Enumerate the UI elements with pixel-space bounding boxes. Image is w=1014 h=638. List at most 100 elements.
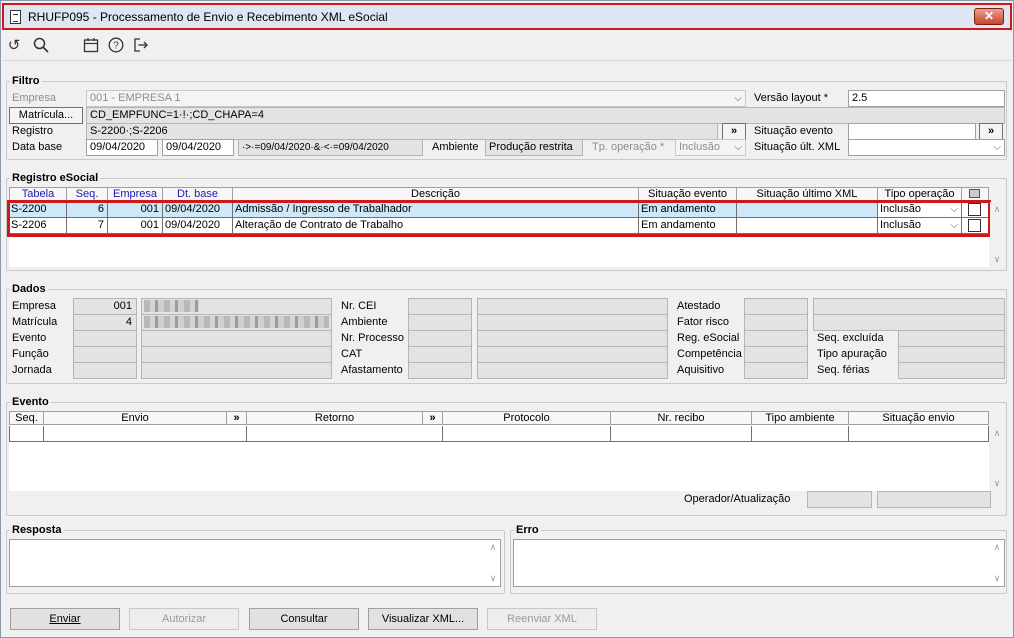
registro-label: Registro — [12, 125, 53, 137]
col-situacao-evento[interactable]: Situação evento — [639, 187, 737, 201]
evento-cell — [44, 426, 247, 442]
evento-col-envio[interactable]: Envio — [44, 411, 227, 425]
window-title: RHUFP095 - Processamento de Envio e Rece… — [28, 10, 388, 24]
resposta-title: Resposta — [10, 524, 64, 536]
registro-select-button[interactable]: » — [722, 123, 746, 140]
dados-funcao-desc — [141, 346, 332, 363]
col-situacao-xml[interactable]: Situação último XML — [737, 187, 878, 201]
col-empresa[interactable]: Empresa — [108, 187, 163, 201]
registro-field[interactable]: S-2200·;S-2206 — [86, 123, 718, 140]
nr-processo-field — [408, 330, 472, 347]
retorno-expand-button[interactable]: » — [423, 411, 443, 425]
evento-scrollbar[interactable]: ∧ ∨ — [990, 426, 1004, 491]
evento-col-tipo-ambiente[interactable]: Tipo ambiente — [752, 411, 849, 425]
data-fim-field[interactable]: 09/04/2020 — [162, 139, 234, 156]
redacted-text — [144, 300, 199, 312]
col-select-all[interactable] — [962, 187, 989, 201]
empresa-value: 001 - EMPRESA 1 — [90, 92, 181, 104]
aquisitivo-label: Aquisitivo — [677, 364, 725, 376]
afastamento-field — [408, 362, 472, 379]
dados-matricula-label: Matrícula — [12, 316, 58, 328]
dados-funcao-field — [73, 346, 137, 363]
reg-esocial-field — [744, 330, 808, 347]
data-expression-field: ·>·=09/04/2020·&·<·=09/04/2020 — [238, 139, 423, 156]
evento-cell — [9, 426, 44, 442]
chevron-up-icon[interactable]: ∧ — [990, 428, 1004, 439]
consultar-button[interactable]: Consultar — [249, 608, 359, 630]
ambiente-field: Produção restrita — [485, 139, 583, 156]
evento-cell — [611, 426, 752, 442]
close-button[interactable]: ✕ — [974, 8, 1004, 25]
dados-ambiente-desc — [477, 314, 668, 331]
evento-col-seq[interactable]: Seq. — [9, 411, 44, 425]
seq-excluida-field — [898, 330, 1005, 347]
data-inicio-field[interactable]: 09/04/2020 — [86, 139, 158, 156]
registro-title: Registro eSocial — [10, 172, 101, 184]
visualizar-xml-button[interactable]: Visualizar XML... — [368, 608, 478, 630]
evento-cell — [247, 426, 443, 442]
chevron-up-icon[interactable]: ∧ — [990, 542, 1004, 553]
empresa-select[interactable]: 001 - EMPRESA 1 ⌵ — [86, 90, 746, 107]
dados-ambiente-label: Ambiente — [341, 316, 388, 328]
help-icon[interactable]: ? — [107, 37, 125, 55]
resposta-textarea[interactable] — [9, 539, 501, 587]
reenviar-xml-button[interactable]: Reenviar XML — [487, 608, 597, 630]
empresa-label: Empresa — [12, 92, 57, 104]
chevron-down-icon: ⌵ — [993, 142, 1001, 153]
chevron-down-icon[interactable]: ∨ — [486, 573, 500, 584]
search-icon[interactable] — [32, 37, 50, 55]
situacao-evento-button[interactable]: » — [979, 123, 1003, 140]
calendar-icon[interactable] — [82, 37, 100, 55]
cat-label: CAT — [341, 348, 363, 360]
evento-row[interactable] — [9, 426, 989, 443]
select-all-checkbox[interactable] — [969, 189, 980, 198]
ambiente-label: Ambiente — [432, 141, 479, 153]
registro-scrollbar[interactable]: ∧ ∨ — [990, 202, 1004, 267]
chevron-down-icon[interactable]: ∨ — [990, 478, 1004, 489]
chevron-down-icon: ⌵ — [734, 93, 742, 104]
evento-col-recibo[interactable]: Nr. recibo — [611, 411, 752, 425]
evento-col-retorno[interactable]: Retorno — [247, 411, 423, 425]
situacao-xml-select[interactable]: ⌵ — [848, 139, 1005, 156]
afastamento-desc — [477, 362, 668, 379]
operador-field — [807, 491, 872, 508]
col-dt-base[interactable]: Dt. base — [163, 187, 233, 201]
fator-risco-field — [744, 314, 808, 331]
situacao-evento-field[interactable] — [848, 123, 976, 140]
matricula-button[interactable]: Matrícula... — [9, 107, 83, 124]
evento-cell — [443, 426, 611, 442]
dados-ambiente-field — [408, 314, 472, 331]
col-seq[interactable]: Seq. — [67, 187, 108, 201]
evento-cell — [752, 426, 849, 442]
dados-evento-field — [73, 330, 137, 347]
erro-scrollbar[interactable]: ∧ ∨ — [990, 540, 1004, 586]
exit-icon[interactable] — [132, 37, 150, 55]
evento-cell — [849, 426, 989, 442]
versao-layout-field[interactable]: 2.5 — [848, 90, 1005, 107]
resposta-scrollbar[interactable]: ∧ ∨ — [486, 540, 500, 586]
col-tabela[interactable]: Tabela — [9, 187, 67, 201]
refresh-icon[interactable]: ↺ — [5, 37, 23, 55]
chevron-down-icon[interactable]: ∨ — [990, 254, 1004, 265]
dados-funcao-label: Função — [12, 348, 49, 360]
erro-textarea[interactable] — [513, 539, 1005, 587]
operador-label: Operador/Atualização — [684, 493, 791, 505]
chevron-up-icon[interactable]: ∧ — [486, 542, 500, 553]
enviar-button[interactable]: Enviar — [10, 608, 120, 630]
matricula-field[interactable]: CD_EMPFUNC=1·!·;CD_CHAPA=4 — [86, 107, 1005, 124]
chevron-down-icon[interactable]: ∨ — [990, 573, 1004, 584]
col-tipo-operacao[interactable]: Tipo operação — [878, 187, 962, 201]
evento-title: Evento — [10, 396, 51, 408]
evento-col-protocolo[interactable]: Protocolo — [443, 411, 611, 425]
highlight-box — [7, 200, 991, 237]
autorizar-button[interactable]: Autorizar — [129, 608, 239, 630]
chevron-up-icon[interactable]: ∧ — [990, 204, 1004, 215]
evento-col-situacao-envio[interactable]: Situação envio — [849, 411, 989, 425]
envio-expand-button[interactable]: » — [227, 411, 247, 425]
data-base-label: Data base — [12, 141, 63, 153]
erro-title: Erro — [514, 524, 541, 536]
tp-operacao-select[interactable]: Inclusão ⌵ — [675, 139, 746, 156]
col-descricao[interactable]: Descrição — [233, 187, 639, 201]
dados-evento-label: Evento — [12, 332, 47, 344]
title-bar: RHUFP095 - Processamento de Envio e Rece… — [2, 3, 1012, 30]
